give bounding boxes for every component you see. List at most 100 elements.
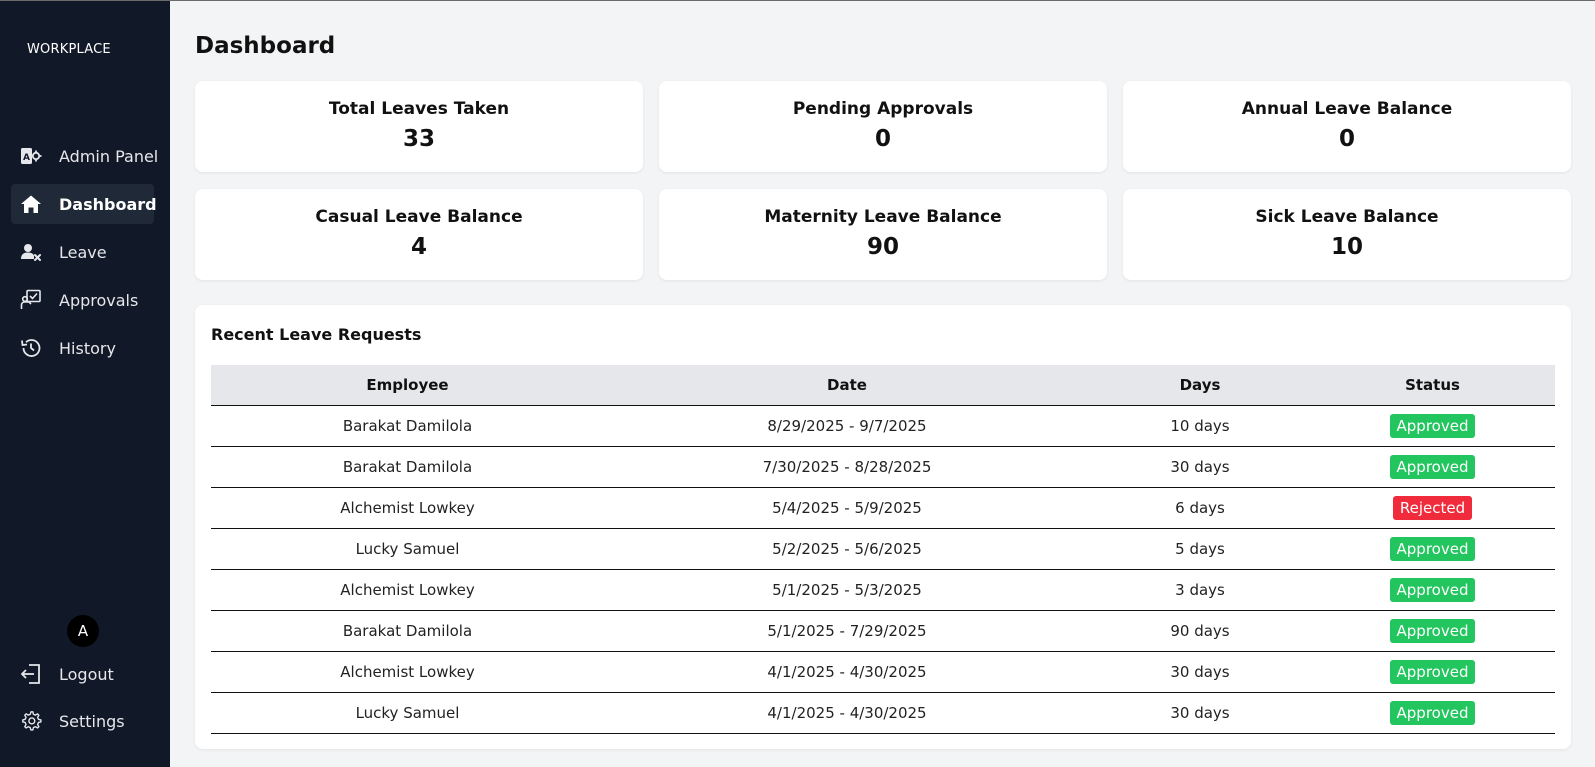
employee-cell: Barakat Damilola bbox=[342, 457, 473, 476]
status-cell: Approved bbox=[1310, 651, 1555, 692]
date-cell: 5/1/2025 - 7/29/2025 bbox=[767, 621, 927, 640]
sidebar-item-settings[interactable]: Settings bbox=[11, 701, 154, 741]
sidebar-item-approvals[interactable]: Approvals bbox=[11, 280, 154, 320]
employee-cell: Lucky Samuel bbox=[355, 539, 460, 558]
stat-card-value: 90 bbox=[866, 234, 899, 260]
leave-requests-table: Employee Date Days Status Barakat Damilo… bbox=[211, 365, 1555, 734]
sidebar-item-logout[interactable]: Logout bbox=[11, 654, 154, 694]
table-row: Lucky Samuel 4/1/2025 - 4/30/2025 30 day… bbox=[211, 692, 1555, 733]
app-logo[interactable]: WORKPLACE bbox=[27, 42, 111, 57]
status-badge: Rejected bbox=[1392, 495, 1473, 520]
days-cell: 30 days bbox=[1170, 457, 1230, 476]
approvals-icon bbox=[19, 289, 43, 311]
stat-card-title: Pending Approvals bbox=[792, 99, 974, 119]
stat-card-title: Maternity Leave Balance bbox=[764, 207, 1002, 227]
days-cell: 5 days bbox=[1175, 539, 1225, 558]
status-badge: Approved bbox=[1389, 700, 1476, 725]
admin-panel-icon: A bbox=[19, 145, 43, 167]
sidebar-item-label: Dashboard bbox=[59, 194, 157, 214]
days-cell: 30 days bbox=[1170, 662, 1230, 681]
status-badge: Approved bbox=[1389, 659, 1476, 684]
table-row: Alchemist Lowkey 5/1/2025 - 5/3/2025 3 d… bbox=[211, 569, 1555, 610]
column-header-status: Status bbox=[1405, 375, 1460, 394]
table-row: Alchemist Lowkey 5/4/2025 - 5/9/2025 6 d… bbox=[211, 487, 1555, 528]
employee-cell: Barakat Damilola bbox=[342, 621, 473, 640]
avatar[interactable]: A bbox=[67, 615, 99, 647]
sidebar-item-label: Approvals bbox=[59, 290, 139, 310]
top-border bbox=[0, 0, 1595, 1]
sidebar-item-label: Leave bbox=[59, 242, 107, 262]
table-row: Alchemist Lowkey 4/1/2025 - 4/30/2025 30… bbox=[211, 651, 1555, 692]
status-badge: Approved bbox=[1389, 536, 1476, 561]
employee-cell: Alchemist Lowkey bbox=[340, 580, 475, 599]
table-row: Barakat Damilola 7/30/2025 - 8/28/2025 3… bbox=[211, 446, 1555, 487]
days-cell: 6 days bbox=[1175, 498, 1225, 517]
status-cell: Rejected bbox=[1310, 487, 1555, 528]
status-cell: Approved bbox=[1310, 405, 1555, 446]
employee-cell: Lucky Samuel bbox=[355, 703, 460, 722]
days-cell: 90 days bbox=[1170, 621, 1230, 640]
stat-card-value: 4 bbox=[410, 234, 427, 260]
sidebar-item-leave[interactable]: Leave bbox=[11, 232, 154, 272]
date-cell: 4/1/2025 - 4/30/2025 bbox=[767, 662, 927, 681]
stat-card-value: 10 bbox=[1330, 234, 1363, 260]
date-cell: 5/2/2025 - 5/6/2025 bbox=[772, 539, 922, 558]
sidebar-item-dashboard[interactable]: Dashboard bbox=[11, 184, 157, 224]
sidebar-item-label: Settings bbox=[59, 711, 125, 731]
date-cell: 5/1/2025 - 5/3/2025 bbox=[772, 580, 922, 599]
status-badge: Approved bbox=[1389, 413, 1476, 438]
stat-card-total-leaves: Total Leaves Taken 33 bbox=[195, 81, 643, 172]
stat-card-annual-leave: Annual Leave Balance 0 bbox=[1123, 81, 1571, 172]
svg-text:A: A bbox=[23, 153, 30, 163]
status-badge: Approved bbox=[1389, 577, 1476, 602]
stat-card-value: 0 bbox=[1338, 126, 1355, 152]
status-badge: Approved bbox=[1389, 454, 1476, 479]
column-header-date: Date bbox=[827, 375, 867, 394]
days-cell: 10 days bbox=[1170, 416, 1230, 435]
stat-card-maternity-leave: Maternity Leave Balance 90 bbox=[659, 189, 1107, 280]
status-cell: Approved bbox=[1310, 610, 1555, 651]
stat-card-casual-leave: Casual Leave Balance 4 bbox=[195, 189, 643, 280]
table-row: Barakat Damilola 8/29/2025 - 9/7/2025 10… bbox=[211, 405, 1555, 446]
column-header-employee: Employee bbox=[366, 375, 449, 394]
date-cell: 4/1/2025 - 4/30/2025 bbox=[767, 703, 927, 722]
date-cell: 7/30/2025 - 8/28/2025 bbox=[762, 457, 932, 476]
panel-title: Recent Leave Requests bbox=[211, 325, 422, 344]
stat-card-title: Casual Leave Balance bbox=[315, 207, 523, 227]
user-x-icon bbox=[19, 241, 43, 263]
sidebar-item-label: Admin Panel bbox=[59, 146, 159, 166]
table-header-row: Employee Date Days Status bbox=[211, 365, 1555, 405]
status-cell: Approved bbox=[1310, 446, 1555, 487]
gear-icon bbox=[19, 710, 43, 732]
recent-leave-requests-panel: Recent Leave Requests Employee Date Days… bbox=[195, 305, 1571, 749]
employee-cell: Barakat Damilola bbox=[342, 416, 473, 435]
column-header-days: Days bbox=[1179, 375, 1221, 394]
status-cell: Approved bbox=[1310, 569, 1555, 610]
home-icon bbox=[19, 193, 43, 215]
sidebar-item-label: History bbox=[59, 338, 116, 358]
days-cell: 30 days bbox=[1170, 703, 1230, 722]
history-icon bbox=[19, 337, 43, 359]
status-cell: Approved bbox=[1310, 528, 1555, 569]
status-cell: Approved bbox=[1310, 692, 1555, 733]
stat-card-value: 33 bbox=[402, 126, 435, 152]
stat-card-sick-leave: Sick Leave Balance 10 bbox=[1123, 189, 1571, 280]
stat-card-title: Total Leaves Taken bbox=[328, 99, 510, 119]
sidebar-item-history[interactable]: History bbox=[11, 328, 154, 368]
stat-card-title: Sick Leave Balance bbox=[1255, 207, 1439, 227]
date-cell: 8/29/2025 - 9/7/2025 bbox=[767, 416, 927, 435]
page-title: Dashboard bbox=[195, 33, 336, 59]
sidebar-item-label: Logout bbox=[59, 664, 114, 684]
employee-cell: Alchemist Lowkey bbox=[340, 662, 475, 681]
days-cell: 3 days bbox=[1175, 580, 1225, 599]
stat-card-title: Annual Leave Balance bbox=[1241, 99, 1453, 119]
date-cell: 5/4/2025 - 5/9/2025 bbox=[772, 498, 922, 517]
table-row: Lucky Samuel 5/2/2025 - 5/6/2025 5 days … bbox=[211, 528, 1555, 569]
logout-icon bbox=[19, 663, 43, 685]
status-badge: Approved bbox=[1389, 618, 1476, 643]
sidebar-item-admin-panel[interactable]: A Admin Panel bbox=[11, 136, 158, 176]
table-row: Barakat Damilola 5/1/2025 - 7/29/2025 90… bbox=[211, 610, 1555, 651]
sidebar: WORKPLACE A Admin Panel Dashboard Leave … bbox=[0, 0, 170, 767]
stat-card-pending-approvals: Pending Approvals 0 bbox=[659, 81, 1107, 172]
stat-card-value: 0 bbox=[874, 126, 891, 152]
